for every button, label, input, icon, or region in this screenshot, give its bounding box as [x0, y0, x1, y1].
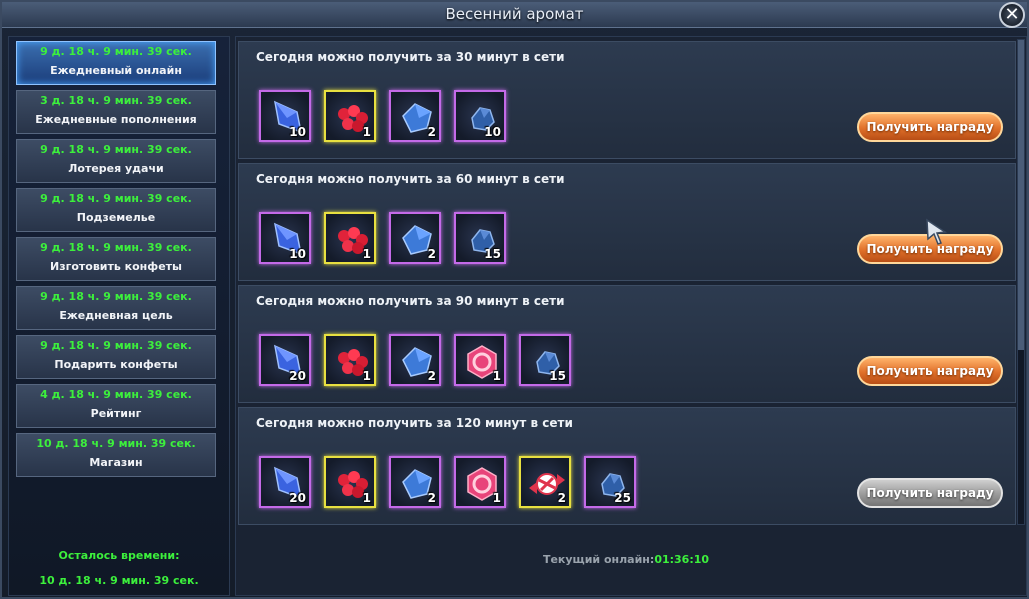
reward-item-slot[interactable]: 2: [389, 334, 441, 386]
reward-item-count: 2: [427, 247, 436, 261]
reward-item-count: 15: [484, 247, 501, 261]
reward-item-count: 15: [549, 369, 566, 383]
reward-item-count: 1: [492, 491, 501, 505]
sidebar-item-timer: 9 д. 18 ч. 9 мин. 39 сек.: [40, 339, 192, 352]
reward-item-count: 2: [427, 369, 436, 383]
sidebar-item[interactable]: 9 д. 18 ч. 9 мин. 39 сек. Ежедневный онла…: [16, 41, 216, 85]
reward-item-slot[interactable]: 15: [519, 334, 571, 386]
reward-item-count: 10: [289, 247, 306, 261]
reward-item-slot[interactable]: 15: [454, 212, 506, 264]
reward-item-slot[interactable]: 1: [454, 334, 506, 386]
claim-reward-button[interactable]: Получить награду: [857, 112, 1003, 142]
reward-item-count: 2: [427, 491, 436, 505]
reward-item-slot[interactable]: 1: [324, 212, 376, 264]
reward-row: Сегодня можно получить за 60 минут в сет…: [238, 163, 1016, 281]
sidebar-item-label: Подарить конфеты: [54, 358, 178, 371]
sidebar-item[interactable]: 4 д. 18 ч. 9 мин. 39 сек. Рейтинг: [16, 384, 216, 428]
reward-item-slot[interactable]: 25: [584, 456, 636, 508]
reward-item-slot[interactable]: 10: [259, 90, 311, 142]
scrollbar-thumb[interactable]: [1018, 40, 1024, 350]
sidebar-item[interactable]: 9 д. 18 ч. 9 мин. 39 сек. Лотерея удачи: [16, 139, 216, 183]
claim-reward-button[interactable]: Получить награду: [857, 478, 1003, 508]
current-online: Текущий онлайн:01:36:10: [236, 553, 1016, 566]
sidebar-item[interactable]: 9 д. 18 ч. 9 мин. 39 сек. Подземелье: [16, 188, 216, 232]
reward-item-count: 1: [362, 369, 371, 383]
sidebar-item-timer: 9 д. 18 ч. 9 мин. 39 сек.: [40, 45, 192, 58]
reward-item-count: 20: [289, 491, 306, 505]
reward-row-title: Сегодня можно получить за 120 минут в се…: [256, 416, 573, 430]
sidebar-item-timer: 10 д. 18 ч. 9 мин. 39 сек.: [36, 437, 196, 450]
sidebar-item[interactable]: 9 д. 18 ч. 9 мин. 39 сек. Подарить конфет…: [16, 335, 216, 379]
reward-item-slot[interactable]: 1: [454, 456, 506, 508]
reward-list: Сегодня можно получить за 30 минут в сет…: [236, 37, 1016, 527]
event-sidebar: Осталось времени: 10 д. 18 ч. 9 мин. 39 …: [8, 36, 230, 596]
scrollbar[interactable]: [1017, 39, 1025, 525]
sidebar-item[interactable]: 10 д. 18 ч. 9 мин. 39 сек. Магазин: [16, 433, 216, 477]
reward-item-count: 1: [362, 125, 371, 139]
sidebar-item-label: Подземелье: [76, 211, 156, 224]
reward-row: Сегодня можно получить за 30 минут в сет…: [238, 41, 1016, 159]
title-bar[interactable]: Весенний аромат ✕: [2, 2, 1027, 28]
reward-item-count: 2: [427, 125, 436, 139]
sidebar-item[interactable]: 3 д. 18 ч. 9 мин. 39 сек. Ежедневные попо…: [16, 90, 216, 134]
sidebar-item-timer: 9 д. 18 ч. 9 мин. 39 сек.: [40, 143, 192, 156]
sidebar-item-label: Ежедневный онлайн: [50, 64, 182, 77]
reward-item-slot[interactable]: 1: [324, 90, 376, 142]
sidebar-item[interactable]: 9 д. 18 ч. 9 мин. 39 сек. Ежедневная цель: [16, 286, 216, 330]
reward-item-slot[interactable]: 20: [259, 334, 311, 386]
sidebar-item-timer: 9 д. 18 ч. 9 мин. 39 сек.: [40, 241, 192, 254]
reward-item-slot[interactable]: 1: [324, 456, 376, 508]
reward-item-count: 1: [492, 369, 501, 383]
reward-item-slot[interactable]: 20: [259, 456, 311, 508]
event-window: Весенний аромат ✕ Осталось времени: 10 д…: [0, 0, 1029, 599]
remaining-time-label: Осталось времени:: [58, 549, 180, 562]
reward-row-title: Сегодня можно получить за 90 минут в сет…: [256, 294, 565, 308]
sidebar-item-label: Лотерея удачи: [68, 162, 164, 175]
reward-item-count: 25: [614, 491, 631, 505]
sidebar-item-label: Ежедневные пополнения: [35, 113, 197, 126]
reward-panel: Сегодня можно получить за 30 минут в сет…: [235, 36, 1027, 596]
reward-row: Сегодня можно получить за 120 минут в се…: [238, 407, 1016, 525]
current-online-label: Текущий онлайн:: [542, 553, 655, 566]
reward-row: Сегодня можно получить за 90 минут в сет…: [238, 285, 1016, 403]
reward-item-slot[interactable]: 1: [324, 334, 376, 386]
reward-item-slot[interactable]: 10: [259, 212, 311, 264]
mouse-cursor-icon: [926, 218, 948, 245]
reward-item-slot[interactable]: 2: [389, 90, 441, 142]
sidebar-item-label: Ежедневная цель: [59, 309, 173, 322]
reward-item-count: 1: [362, 491, 371, 505]
reward-item-count: 10: [289, 125, 306, 139]
remaining-time-value: 10 д. 18 ч. 9 мин. 39 сек.: [39, 574, 199, 587]
reward-item-slot[interactable]: 2: [389, 456, 441, 508]
reward-item-slot[interactable]: 2: [519, 456, 571, 508]
sidebar-item-label: Изготовить конфеты: [50, 260, 182, 273]
sidebar-item-timer: 4 д. 18 ч. 9 мин. 39 сек.: [40, 388, 192, 401]
reward-item-count: 2: [557, 491, 566, 505]
reward-item-count: 10: [484, 125, 501, 139]
sidebar-item-label: Магазин: [89, 456, 143, 469]
reward-item-slot[interactable]: 2: [389, 212, 441, 264]
claim-reward-button[interactable]: Получить награду: [857, 356, 1003, 386]
reward-item-count: 20: [289, 369, 306, 383]
reward-item-slot[interactable]: 10: [454, 90, 506, 142]
sidebar-item[interactable]: 9 д. 18 ч. 9 мин. 39 сек. Изготовить конф…: [16, 237, 216, 281]
window-title: Весенний аромат: [445, 5, 584, 23]
reward-item-count: 1: [362, 247, 371, 261]
sidebar-item-timer: 9 д. 18 ч. 9 мин. 39 сек.: [40, 290, 192, 303]
close-button[interactable]: ✕: [999, 2, 1025, 28]
reward-row-title: Сегодня можно получить за 30 минут в сет…: [256, 50, 565, 64]
sidebar-item-label: Рейтинг: [90, 407, 142, 420]
current-online-value: 01:36:10: [654, 553, 710, 566]
sidebar-item-timer: 9 д. 18 ч. 9 мин. 39 сек.: [40, 192, 192, 205]
sidebar-item-timer: 3 д. 18 ч. 9 мин. 39 сек.: [40, 94, 192, 107]
reward-row-title: Сегодня можно получить за 60 минут в сет…: [256, 172, 565, 186]
